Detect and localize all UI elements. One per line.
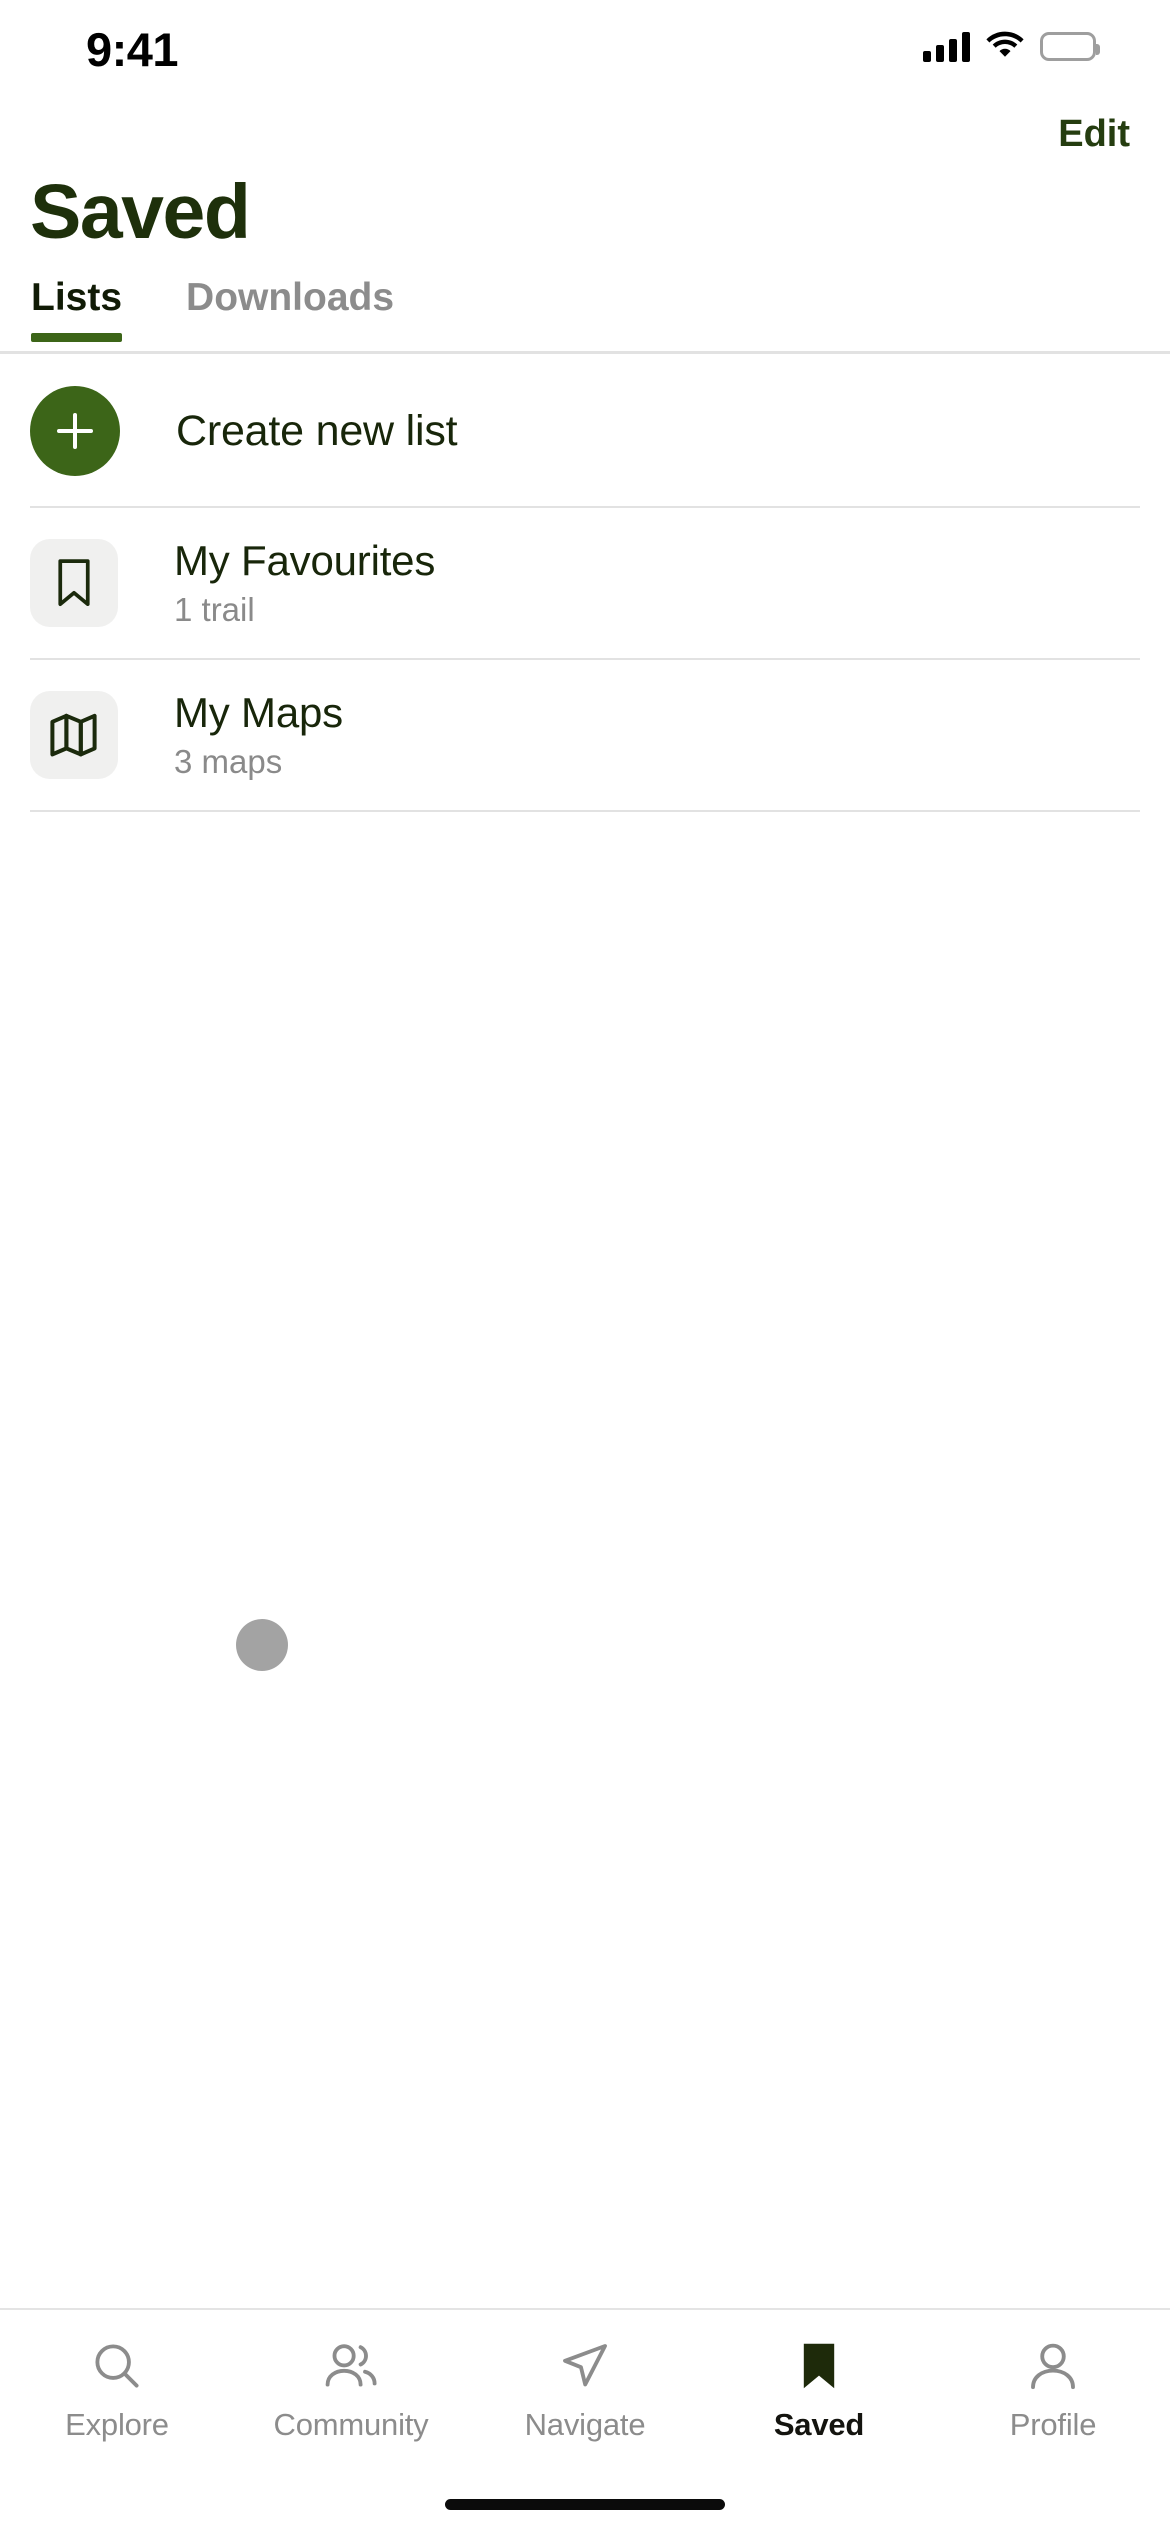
- create-new-list-row[interactable]: Create new list: [0, 356, 1170, 506]
- map-folded-icon: [30, 691, 118, 779]
- tab-list: Lists Downloads: [0, 276, 1170, 358]
- list-item-subtitle: 1 trail: [174, 591, 255, 629]
- bookmark-filled-icon: [791, 2338, 847, 2394]
- people-icon: [323, 2338, 379, 2394]
- tabs-divider: [0, 351, 1170, 354]
- wifi-icon: [986, 30, 1024, 63]
- nav-label-community: Community: [273, 2407, 429, 2442]
- status-icons: [923, 30, 1100, 63]
- saved-screen: 9:41 Edit Saved Lists Downloads Create n…: [0, 0, 1170, 2532]
- list-item-title: My Favourites: [174, 537, 436, 585]
- loading-indicator-dot: [236, 1619, 288, 1671]
- cellular-signal-icon: [923, 31, 970, 62]
- list-item-subtitle: 3 maps: [174, 743, 283, 781]
- home-indicator: [445, 2499, 725, 2510]
- nav-label-saved: Saved: [773, 2407, 865, 2442]
- status-time: 9:41: [86, 23, 179, 76]
- tab-lists[interactable]: Lists: [31, 276, 123, 342]
- bookmark-outline-icon: [30, 539, 118, 627]
- search-icon: [89, 2338, 145, 2394]
- nav-label-profile: Profile: [1009, 2407, 1097, 2442]
- create-new-list-label: Create new list: [176, 406, 458, 455]
- list-item-text: My Maps 3 maps: [174, 689, 343, 780]
- nav-item-navigate[interactable]: Navigate: [468, 2338, 702, 2443]
- list-item[interactable]: My Maps 3 maps: [0, 660, 1170, 810]
- list-item[interactable]: My Favourites 1 trail: [0, 508, 1170, 658]
- list-divider: [30, 810, 1140, 812]
- nav-item-profile[interactable]: Profile: [936, 2338, 1170, 2443]
- create-new-list-text: Create new list: [176, 406, 458, 455]
- plus-icon: [30, 386, 120, 476]
- tab-downloads[interactable]: Downloads: [186, 276, 394, 342]
- nav-item-explore[interactable]: Explore: [0, 2338, 234, 2443]
- saved-lists: Create new list My Favourites 1 trail My…: [0, 356, 1170, 812]
- nav-item-community[interactable]: Community: [234, 2338, 468, 2443]
- battery-icon: [1040, 32, 1100, 61]
- list-item-text: My Favourites 1 trail: [174, 537, 435, 628]
- nav-item-saved[interactable]: Saved: [702, 2338, 936, 2443]
- edit-button[interactable]: Edit: [1052, 105, 1136, 164]
- page-title: Saved: [30, 169, 251, 255]
- nav-label-navigate: Navigate: [524, 2407, 646, 2442]
- navigate-arrow-icon: [557, 2338, 613, 2394]
- status-bar: 9:41: [0, 0, 1170, 100]
- list-item-title: My Maps: [174, 689, 343, 737]
- person-icon: [1025, 2338, 1081, 2394]
- nav-label-explore: Explore: [65, 2407, 169, 2442]
